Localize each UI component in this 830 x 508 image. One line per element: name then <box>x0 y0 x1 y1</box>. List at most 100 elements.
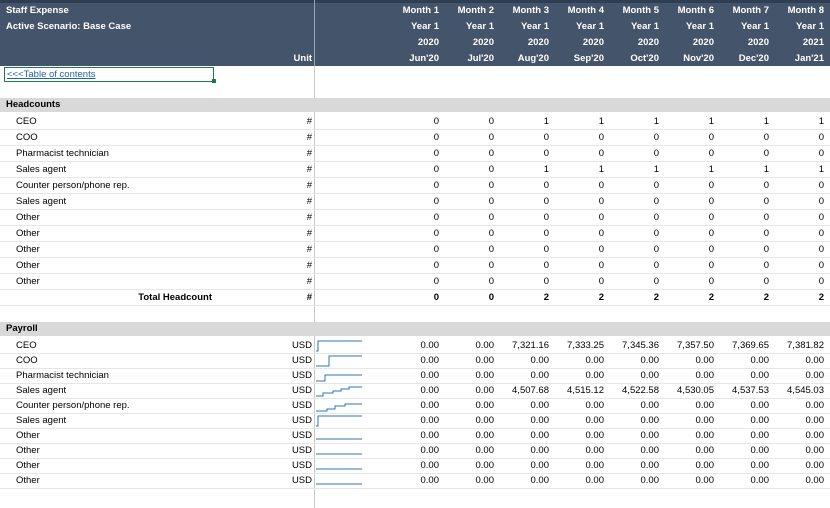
value-cell[interactable]: 0.00 <box>434 415 495 426</box>
value-cell[interactable]: 0.00 <box>544 355 605 366</box>
payroll-row[interactable]: Pharmacist technician USD 0.00 0.00 0.00 0.00… <box>0 368 830 384</box>
value-cell[interactable]: 7,321.16 <box>489 340 549 351</box>
value-cell[interactable]: 0 <box>544 148 604 159</box>
value-cell[interactable]: 0.00 <box>709 355 770 366</box>
table-of-contents-link[interactable]: <<<Table of contents <box>7 69 95 80</box>
value-cell[interactable]: 0.00 <box>434 400 495 411</box>
value-cell[interactable]: 0.00 <box>654 355 715 366</box>
value-cell[interactable]: 0 <box>544 212 604 223</box>
value-cell[interactable]: 0.00 <box>764 460 825 471</box>
value-cell[interactable]: 0.00 <box>379 415 440 426</box>
value-cell[interactable]: 0 <box>599 180 659 191</box>
value-cell[interactable]: 0 <box>544 180 604 191</box>
payroll-row[interactable]: Other USD 0.00 0.00 0.00 0.00 0.00 0.00 0.00 0.00 <box>0 458 830 474</box>
value-cell[interactable]: 0.00 <box>544 460 605 471</box>
value-cell[interactable]: 0 <box>764 228 824 239</box>
headcount-row[interactable]: Pharmacist technician #0 0 0 0 0 0 0 0 <box>0 146 830 162</box>
value-cell[interactable]: 0.00 <box>544 370 605 381</box>
value-cell[interactable]: 0 <box>434 292 494 303</box>
value-cell[interactable]: 0 <box>599 212 659 223</box>
value-cell[interactable]: 0.00 <box>434 445 495 456</box>
value-cell[interactable]: 0.00 <box>489 355 550 366</box>
value-cell[interactable]: 0.00 <box>654 370 715 381</box>
value-cell[interactable]: 0.00 <box>599 460 660 471</box>
value-cell[interactable]: 2 <box>654 292 714 303</box>
value-cell[interactable]: 0 <box>379 276 439 287</box>
value-cell[interactable]: 0 <box>544 196 604 207</box>
value-cell[interactable]: 0 <box>654 244 714 255</box>
value-cell[interactable]: 0 <box>434 244 494 255</box>
value-cell[interactable]: 0 <box>599 276 659 287</box>
headcount-row[interactable]: COO #0 0 0 0 0 0 0 0 <box>0 130 830 146</box>
value-cell[interactable]: 0 <box>379 292 439 303</box>
value-cell[interactable]: 0 <box>379 148 439 159</box>
value-cell[interactable]: 2 <box>764 292 824 303</box>
value-cell[interactable]: 7,369.65 <box>709 340 769 351</box>
value-cell[interactable]: 0 <box>764 260 824 271</box>
value-cell[interactable]: 0.00 <box>764 475 825 486</box>
value-cell[interactable]: 0 <box>544 244 604 255</box>
value-cell[interactable]: 0 <box>434 148 494 159</box>
value-cell[interactable]: 0.00 <box>654 415 715 426</box>
value-cell[interactable]: 0.00 <box>379 430 440 441</box>
value-cell[interactable]: 0.00 <box>434 340 495 351</box>
value-cell[interactable]: 0 <box>599 244 659 255</box>
value-cell[interactable]: 0.00 <box>434 385 495 396</box>
value-cell[interactable]: 0.00 <box>489 430 550 441</box>
value-cell[interactable]: 4,515.12 <box>544 385 604 396</box>
value-cell[interactable]: 0 <box>544 276 604 287</box>
value-cell[interactable]: 1 <box>709 164 769 175</box>
total-headcount-row[interactable]: Total Headcount #0 0 2 2 2 2 2 2 <box>0 290 830 306</box>
value-cell[interactable]: 0 <box>654 180 714 191</box>
value-cell[interactable]: 0 <box>379 260 439 271</box>
value-cell[interactable]: 0 <box>709 228 769 239</box>
value-cell[interactable]: 0 <box>379 196 439 207</box>
value-cell[interactable]: 0 <box>489 244 549 255</box>
value-cell[interactable]: 0 <box>434 276 494 287</box>
value-cell[interactable]: 0 <box>709 180 769 191</box>
value-cell[interactable]: 0.00 <box>379 400 440 411</box>
value-cell[interactable]: 0 <box>654 132 714 143</box>
value-cell[interactable]: 0.00 <box>599 400 660 411</box>
payroll-row[interactable]: CEO USD 0.00 0.00 7,321.16 7,333.25 7,345.36 7,… <box>0 338 830 354</box>
value-cell[interactable]: 0 <box>379 164 439 175</box>
value-cell[interactable]: 0.00 <box>764 400 825 411</box>
value-cell[interactable]: 0.00 <box>379 475 440 486</box>
payroll-row[interactable]: COO USD 0.00 0.00 0.00 0.00 0.00 0.00 0.00 0.00 <box>0 353 830 369</box>
value-cell[interactable]: 0.00 <box>379 355 440 366</box>
value-cell[interactable]: 2 <box>599 292 659 303</box>
value-cell[interactable]: 1 <box>764 116 824 127</box>
value-cell[interactable]: 4,507.68 <box>489 385 549 396</box>
value-cell[interactable]: 0.00 <box>764 370 825 381</box>
value-cell[interactable]: 0 <box>599 260 659 271</box>
value-cell[interactable]: 0 <box>379 132 439 143</box>
headcount-row[interactable]: CEO #0 0 1 1 1 1 1 1 <box>0 114 830 130</box>
payroll-row[interactable]: Other USD 0.00 0.00 0.00 0.00 0.00 0.00 0.00 0.00 <box>0 473 830 489</box>
value-cell[interactable]: 0.00 <box>764 430 825 441</box>
value-cell[interactable]: 1 <box>489 116 549 127</box>
value-cell[interactable]: 0.00 <box>379 445 440 456</box>
value-cell[interactable]: 0 <box>599 228 659 239</box>
value-cell[interactable]: 0 <box>654 260 714 271</box>
value-cell[interactable]: 1 <box>709 116 769 127</box>
value-cell[interactable]: 0.00 <box>489 475 550 486</box>
value-cell[interactable]: 0 <box>489 196 549 207</box>
headcount-row[interactable]: Other #0 0 0 0 0 0 0 0 <box>0 226 830 242</box>
value-cell[interactable]: 0.00 <box>544 445 605 456</box>
payroll-row[interactable]: Other USD 0.00 0.00 0.00 0.00 0.00 0.00 0.00 0.00 <box>0 428 830 444</box>
value-cell[interactable]: 0 <box>764 212 824 223</box>
value-cell[interactable]: 0.00 <box>709 445 770 456</box>
value-cell[interactable]: 1 <box>654 164 714 175</box>
payroll-row[interactable]: Sales agent USD 0.00 0.00 0.00 0.00 0.00 0.00 0.… <box>0 413 830 429</box>
value-cell[interactable]: 0.00 <box>544 400 605 411</box>
value-cell[interactable]: 0.00 <box>654 400 715 411</box>
value-cell[interactable]: 2 <box>489 292 549 303</box>
headcount-row[interactable]: Counter person/phone rep. #0 0 0 0 0 0 0 0 <box>0 178 830 194</box>
value-cell[interactable]: 0.00 <box>764 355 825 366</box>
value-cell[interactable]: 0 <box>379 244 439 255</box>
value-cell[interactable]: 2 <box>709 292 769 303</box>
value-cell[interactable]: 0.00 <box>599 475 660 486</box>
payroll-row[interactable]: Other USD 0.00 0.00 0.00 0.00 0.00 0.00 0.00 0.00 <box>0 443 830 459</box>
value-cell[interactable]: 0.00 <box>379 385 440 396</box>
value-cell[interactable]: 0.00 <box>434 370 495 381</box>
